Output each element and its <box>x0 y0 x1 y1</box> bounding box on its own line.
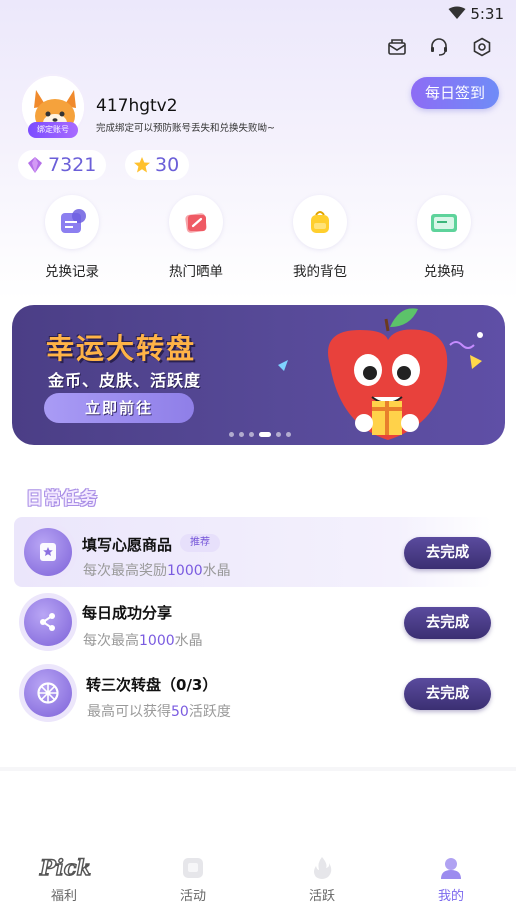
desc-highlight: 1000 <box>139 633 175 649</box>
settings-icon[interactable] <box>469 34 495 60</box>
nav-label: 福利 <box>50 889 77 904</box>
banner-title: 幸运大转盘 <box>46 332 197 365</box>
apple-mascot-illustration <box>278 308 483 440</box>
crystal-icon <box>28 157 42 173</box>
banner-go-button[interactable]: 立即前往 <box>44 393 194 423</box>
nav-active[interactable]: 活跃 <box>287 853 357 904</box>
backpack-icon <box>293 195 347 249</box>
star-icon <box>134 157 150 173</box>
shortcut-label: 热门晒单 <box>169 264 223 280</box>
recommend-tag: 推荐 <box>180 534 220 552</box>
activity-icon <box>158 853 228 883</box>
wishlist-icon <box>24 528 72 576</box>
page-dot <box>286 432 291 437</box>
section-divider <box>0 767 516 771</box>
wifi-icon <box>448 6 466 19</box>
desc-suffix: 水晶 <box>174 633 203 649</box>
nav-activity[interactable]: 活动 <box>158 853 228 904</box>
active-icon <box>287 853 357 883</box>
shortcut-backpack[interactable]: 我的背包 <box>280 195 360 280</box>
desc-suffix: 活跃度 <box>188 704 231 720</box>
lucky-wheel-banner[interactable]: 幸运大转盘 金币、皮肤、活跃度 立即前往 <box>12 305 505 445</box>
customer-service-icon[interactable] <box>426 34 452 60</box>
bind-hint: 完成绑定可以预防账号丢失和兑换失败呦~ <box>96 123 275 134</box>
task-complete-button[interactable]: 去完成 <box>404 678 491 710</box>
wheel-icon <box>24 669 72 717</box>
hot-share-icon <box>169 195 223 249</box>
profile-icon <box>416 853 486 883</box>
pick-logo-icon: Pick <box>29 853 99 883</box>
desc-highlight: 1000 <box>167 563 203 579</box>
desc-prefix: 最高可以获得 <box>87 704 171 720</box>
shortcut-label: 我的背包 <box>293 264 347 280</box>
task-complete-button[interactable]: 去完成 <box>404 537 491 569</box>
task-title: 每日成功分享 <box>82 604 173 622</box>
page-dot <box>239 432 244 437</box>
page-dot <box>249 432 254 437</box>
crystal-balance[interactable]: 7321 <box>18 150 106 180</box>
mail-icon[interactable] <box>384 34 410 60</box>
banner-subtitle: 金币、皮肤、活跃度 <box>48 371 202 390</box>
nav-welfare[interactable]: Pick 福利 <box>29 853 99 904</box>
task-complete-button[interactable]: 去完成 <box>404 607 491 639</box>
shortcut-label: 兑换记录 <box>45 264 99 280</box>
nav-label: 活跃 <box>308 889 335 904</box>
share-icon <box>24 598 72 646</box>
task-description: 每次最高奖励1000水晶 <box>83 560 231 580</box>
nav-label: 活动 <box>179 889 206 904</box>
shortcut-label: 兑换码 <box>423 264 465 280</box>
bind-account-badge[interactable]: 绑定账号 <box>28 122 78 138</box>
shortcut-exchange-record[interactable]: 兑换记录 <box>32 195 112 280</box>
desc-highlight: 50 <box>171 704 189 720</box>
page-dot <box>276 432 281 437</box>
task-title: 填写心愿商品 <box>82 536 173 554</box>
svg-text:Pick: Pick <box>39 855 91 880</box>
username: 417hgtv2 <box>96 96 178 116</box>
banner-pagination <box>229 432 291 437</box>
task-description: 最高可以获得50活跃度 <box>87 701 231 721</box>
exchange-record-icon <box>45 195 99 249</box>
page-dot <box>229 432 234 437</box>
page-dot-active <box>259 432 271 437</box>
status-bar: 5:31 <box>0 0 516 30</box>
task-description: 每次最高1000水晶 <box>83 630 203 650</box>
status-time: 5:31 <box>470 5 504 23</box>
task-title: 转三次转盘（0/3） <box>86 676 218 694</box>
daily-tasks-title: 日常任务 <box>26 489 98 509</box>
star-count: 30 <box>155 154 180 176</box>
nav-label: 我的 <box>437 889 464 904</box>
shortcut-hot-share[interactable]: 热门晒单 <box>156 195 236 280</box>
crystal-count: 7321 <box>48 154 97 176</box>
desc-prefix: 每次最高奖励 <box>83 563 167 579</box>
star-balance[interactable]: 30 <box>125 150 189 180</box>
desc-prefix: 每次最高 <box>83 633 139 649</box>
redeem-code-icon <box>417 195 471 249</box>
shortcut-redeem-code[interactable]: 兑换码 <box>404 195 484 280</box>
nav-mine[interactable]: 我的 <box>416 853 486 904</box>
daily-checkin-button[interactable]: 每日签到 <box>411 77 499 109</box>
desc-suffix: 水晶 <box>202 563 231 579</box>
